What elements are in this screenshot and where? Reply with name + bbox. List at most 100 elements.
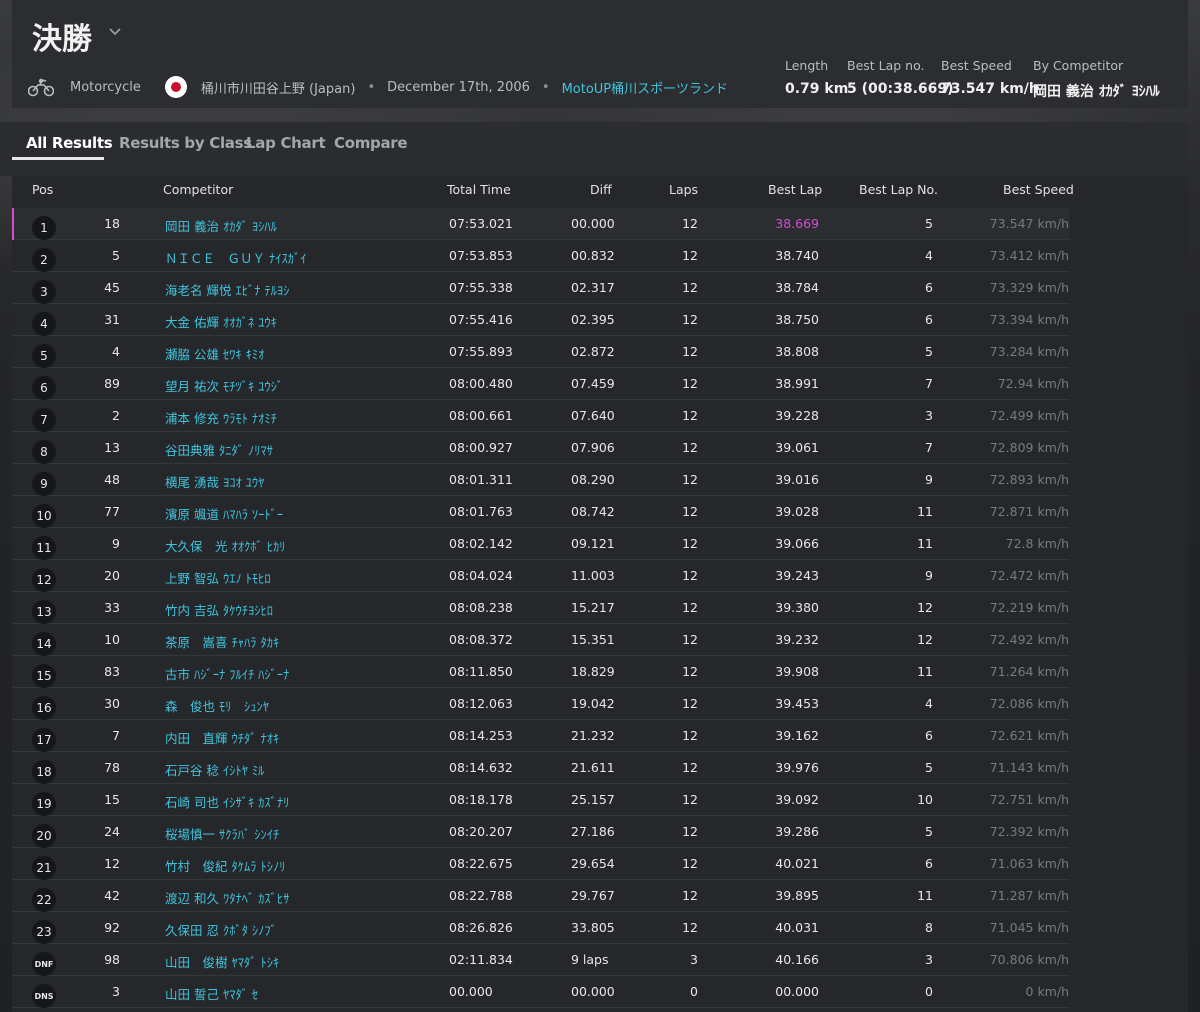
table-row[interactable]: 15 83 古市 ﾊｼﾞｰﾅ ﾌﾙｲﾁ ﾊｼﾞｰﾅ 08:11.850 18.829 12… (12, 656, 1070, 688)
competitor-name-link[interactable]: 望月 祐次 ﾓﾁﾂﾞｷ ﾕｳｼﾞ (165, 376, 283, 395)
best-lap-number: 11 (917, 536, 933, 551)
competitor-name-link[interactable]: 浦本 修充 ｳﾗﾓﾄ ﾅｵﾐﾁ (165, 408, 277, 427)
competitor-name-link[interactable]: 海老名 輝悦 ｴﾋﾞﾅ ﾃﾙﾖｼ (165, 280, 289, 299)
best-speed: 72.751 km/h (989, 792, 1069, 807)
competitor-name-link[interactable]: 竹村 俊紀 ﾀｹﾑﾗ ﾄｼﾉﾘ (165, 856, 285, 875)
best-lap: 40.021 (775, 856, 819, 871)
table-row[interactable]: 6 89 望月 祐次 ﾓﾁﾂﾞｷ ﾕｳｼﾞ 08:00.480 07.459 12 38.9… (12, 368, 1070, 400)
table-row[interactable]: 8 13 谷田典雅 ﾀﾆﾀﾞ ﾉﾘﾏｻ 08:00.927 07.906 12 39.061… (12, 432, 1070, 464)
table-row[interactable]: 12 20 上野 智弘 ｳｴﾉ ﾄﾓﾋﾛ 08:04.024 11.003 12 39.24… (12, 560, 1070, 592)
competitor-name-link[interactable]: 森 俊也 ﾓﾘ ｼｭﾝﾔ (165, 696, 269, 715)
best-lap: 39.016 (775, 472, 819, 487)
tab-results-by-class[interactable]: Results by Class (119, 134, 252, 152)
competitor-name-link[interactable]: ＮＩＣＥ ＧＵＹ ﾅｲｽｶﾞｲ (165, 248, 306, 267)
competitor-name-link[interactable]: 横尾 湧哉 ﾖｺｵ ﾕｳﾔ (165, 472, 264, 491)
table-row[interactable]: 9 48 横尾 湧哉 ﾖｺｵ ﾕｳﾔ 08:01.311 08.290 12 39.016 9… (12, 464, 1070, 496)
competitor-name-link[interactable]: 大久保 光 ｵｵｸﾎﾞ ﾋｶﾘ (165, 536, 285, 555)
table-row[interactable]: 5 4 瀬脇 公雄 ｾﾜｷ ｷﾐｵ 07:55.893 02.872 12 38.808 5 7… (12, 336, 1070, 368)
column-header-total-time[interactable]: Total Time (447, 182, 511, 197)
competitor-name-link[interactable]: 山田 俊樹 ﾔﾏﾀﾞ ﾄｼｷ (165, 952, 279, 971)
table-row[interactable]: DNS 3 山田 誓己 ﾔﾏﾀﾞ ｾ 00.000 00.000 0 00.000 0 0 km… (12, 976, 1070, 1008)
table-row[interactable]: 16 30 森 俊也 ﾓﾘ ｼｭﾝﾔ 08:12.063 19.042 12 39.453 4… (12, 688, 1070, 720)
table-row[interactable]: 13 33 竹内 吉弘 ﾀｹｳﾁﾖｼﾋﾛ 08:08.238 15.217 12 39.38… (12, 592, 1070, 624)
best-lap-number: 6 (925, 280, 933, 295)
column-header-best-lap-no[interactable]: Best Lap No. (859, 182, 938, 197)
best-speed: 72.499 km/h (989, 408, 1069, 423)
results-rows: 1 18 岡田 義治 ｵｶﾀﾞ ﾖｼﾊﾙ 07:53.021 00.000 12 38.66… (12, 208, 1070, 1008)
best-speed: 73.394 km/h (989, 312, 1069, 327)
best-lap-number: 5 (925, 760, 933, 775)
laps-count: 12 (682, 344, 698, 359)
best-lap-number: 6 (925, 856, 933, 871)
competitor-name-link[interactable]: 山田 誓己 ﾔﾏﾀﾞ ｾ (165, 984, 258, 1003)
position-badge: 12 (32, 568, 56, 592)
column-header-diff[interactable]: Diff (590, 182, 612, 197)
stat-by-competitor: By Competitor 岡田 義治 ｵｶﾀﾞ ﾖｼﾊﾙ (1033, 58, 1160, 101)
competitor-name-link[interactable]: 久保田 忍 ｸﾎﾞﾀ ｼﾉﾌﾞ (165, 920, 277, 939)
competitor-name-link[interactable]: 内田 直輝 ｳﾁﾀﾞ ﾅｵｷ (165, 728, 279, 747)
competitor-name-link[interactable]: 竹内 吉弘 ﾀｹｳﾁﾖｼﾋﾛ (165, 600, 273, 619)
tab-all-results[interactable]: All Results (26, 134, 113, 152)
competitor-name-link[interactable]: 谷田典雅 ﾀﾆﾀﾞ ﾉﾘﾏｻ (165, 440, 273, 459)
column-header-competitor[interactable]: Competitor (163, 182, 233, 197)
competitor-name-link[interactable]: 岡田 義治 ｵｶﾀﾞ ﾖｼﾊﾙ (165, 216, 277, 235)
table-row[interactable]: 7 2 浦本 修充 ｳﾗﾓﾄ ﾅｵﾐﾁ 08:00.661 07.640 12 39.228… (12, 400, 1070, 432)
table-row[interactable]: 21 12 竹村 俊紀 ﾀｹﾑﾗ ﾄｼﾉﾘ 08:22.675 29.654 12 40.0… (12, 848, 1070, 880)
table-row[interactable]: 2 5 ＮＩＣＥ ＧＵＹ ﾅｲｽｶﾞｲ 07:53.853 00.832 12 38.740… (12, 240, 1070, 272)
column-header-best-lap[interactable]: Best Lap (768, 182, 822, 197)
column-header-pos[interactable]: Pos (32, 182, 53, 197)
total-time: 08:08.372 (449, 632, 513, 647)
table-row[interactable]: 22 42 渡辺 和久 ﾜﾀﾅﾍﾞ ｶｽﾞﾋｻ 08:22.788 29.767 12 39… (12, 880, 1070, 912)
table-row[interactable]: 19 15 石崎 司也 ｲｼｻﾞｷ ｶｽﾞﾅﾘ 08:18.178 25.157 12 39… (12, 784, 1070, 816)
column-header-best-speed[interactable]: Best Speed (1003, 182, 1074, 197)
total-time: 08:14.632 (449, 760, 513, 775)
competitor-number: 31 (104, 312, 120, 327)
table-row[interactable]: 17 7 内田 直輝 ｳﾁﾀﾞ ﾅｵｷ 08:14.253 21.232 12 39.162… (12, 720, 1070, 752)
diff-time: 08.290 (571, 472, 615, 487)
table-row[interactable]: 11 9 大久保 光 ｵｵｸﾎﾞ ﾋｶﾘ 08:02.142 09.121 12 39.06… (12, 528, 1070, 560)
competitor-name-link[interactable]: 濱原 颯道 ﾊﾏﾊﾗ ｿｰﾄﾞｰ (165, 504, 283, 523)
competitor-name-link[interactable]: 茶原 嵩喜 ﾁｬﾊﾗ ﾀｶｷ (165, 632, 279, 651)
competitor-name-link[interactable]: 上野 智弘 ｳｴﾉ ﾄﾓﾋﾛ (165, 568, 271, 587)
diff-time: 07.640 (571, 408, 615, 423)
table-row[interactable]: 18 78 石戸谷 稔 ｲｼﾄﾔ ﾐﾙ 08:14.632 21.611 12 39.976… (12, 752, 1070, 784)
competitor-name-link[interactable]: 石崎 司也 ｲｼｻﾞｷ ｶｽﾞﾅﾘ (165, 792, 289, 811)
table-row[interactable]: 23 92 久保田 忍 ｸﾎﾞﾀ ｼﾉﾌﾞ 08:26.826 33.805 12 40.0… (12, 912, 1070, 944)
total-time: 08:20.207 (449, 824, 513, 839)
competitor-name-link[interactable]: 桜場慎一 ｻｸﾗﾊﾞ ｼﾝｲﾁ (165, 824, 279, 843)
chevron-down-icon[interactable] (108, 24, 122, 38)
laps-count: 12 (682, 216, 698, 231)
table-row[interactable]: 10 77 濱原 颯道 ﾊﾏﾊﾗ ｿｰﾄﾞｰ 08:01.763 08.742 12 39.… (12, 496, 1070, 528)
table-row[interactable]: 1 18 岡田 義治 ｵｶﾀﾞ ﾖｼﾊﾙ 07:53.021 00.000 12 38.66… (12, 208, 1070, 240)
table-row[interactable]: 14 10 茶原 嵩喜 ﾁｬﾊﾗ ﾀｶｷ 08:08.372 15.351 12 39.23… (12, 624, 1070, 656)
competitor-number: 83 (104, 664, 120, 679)
table-row[interactable]: 4 31 大金 佑輝 ｵｵｶﾞﾈ ﾕｳｷ 07:55.416 02.395 12 38.75… (12, 304, 1070, 336)
tab-compare[interactable]: Compare (334, 134, 408, 152)
best-lap-number: 12 (917, 632, 933, 647)
competitor-name-link[interactable]: 大金 佑輝 ｵｵｶﾞﾈ ﾕｳｷ (165, 312, 277, 331)
diff-time: 00.000 (571, 984, 615, 999)
diff-time: 00.832 (571, 248, 615, 263)
competitor-number: 9 (112, 536, 120, 551)
competitor-name-link[interactable]: 渡辺 和久 ﾜﾀﾅﾍﾞ ｶｽﾞﾋｻ (165, 888, 289, 907)
tab-lap-chart[interactable]: Lap Chart (246, 134, 326, 152)
best-speed: 71.063 km/h (989, 856, 1069, 871)
total-time: 08:01.763 (449, 504, 513, 519)
venue-link[interactable]: MotoUP桶川スポーツランド (562, 78, 728, 97)
column-header-laps[interactable]: Laps (669, 182, 698, 197)
competitor-name-link[interactable]: 瀬脇 公雄 ｾﾜｷ ｷﾐｵ (165, 344, 264, 363)
diff-time: 00.000 (571, 216, 615, 231)
total-time: 08:22.675 (449, 856, 513, 871)
stat-best-lap: Best Lap no. 5 (00:38.669) (847, 58, 954, 97)
competitor-name-link[interactable]: 石戸谷 稔 ｲｼﾄﾔ ﾐﾙ (165, 760, 264, 779)
best-lap-number: 9 (925, 568, 933, 583)
table-row[interactable]: 20 24 桜場慎一 ｻｸﾗﾊﾞ ｼﾝｲﾁ 08:20.207 27.186 12 39.2… (12, 816, 1070, 848)
total-time: 08:11.850 (449, 664, 513, 679)
best-lap-number: 0 (925, 984, 933, 999)
competitor-name-link[interactable]: 古市 ﾊｼﾞｰﾅ ﾌﾙｲﾁ ﾊｼﾞｰﾅ (165, 664, 289, 683)
table-row[interactable]: 3 45 海老名 輝悦 ｴﾋﾞﾅ ﾃﾙﾖｼ 07:55.338 02.317 12 38.7… (12, 272, 1070, 304)
table-row[interactable]: DNF 98 山田 俊樹 ﾔﾏﾀﾞ ﾄｼｷ 02:11.834 9 laps 3 40.16… (12, 944, 1070, 976)
active-tab-indicator (12, 157, 104, 160)
position-badge: 14 (32, 632, 56, 656)
competitor-number: 18 (104, 216, 120, 231)
